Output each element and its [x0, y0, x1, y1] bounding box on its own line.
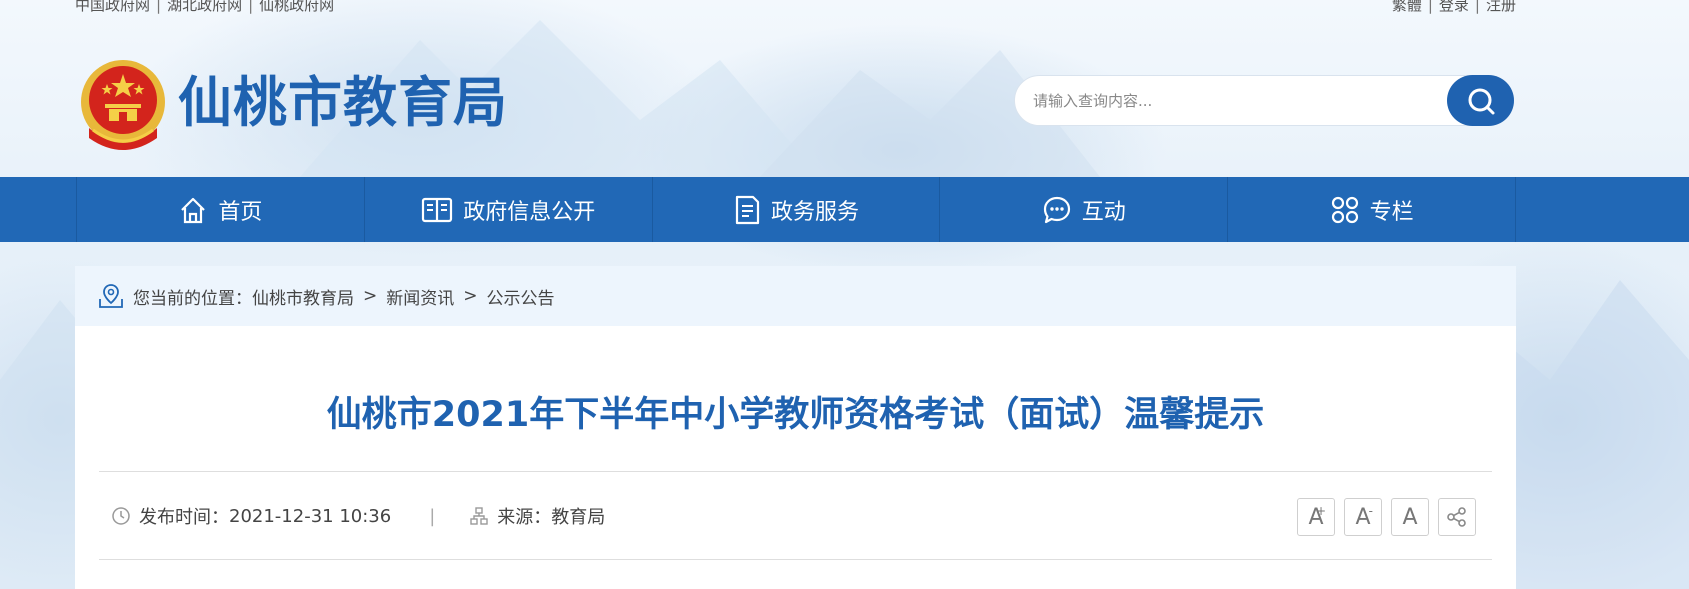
publish-label: 发布时间： — [139, 507, 229, 528]
breadcrumb-item-notice[interactable]: 公示公告 — [487, 284, 555, 309]
source-value: 教育局 — [551, 507, 606, 528]
search-button[interactable] — [1447, 75, 1514, 126]
divider-line — [99, 559, 1492, 560]
nav-label: 首页 — [218, 199, 263, 225]
home-icon — [181, 197, 206, 223]
font-increase-button[interactable]: A + — [1297, 498, 1335, 536]
login-link[interactable]: 登录 — [1439, 0, 1469, 14]
breadcrumb: 您当前的位置： 仙桃市教育局 > 新闻资讯 > 公示公告 — [75, 266, 1516, 326]
link-gov-hubei[interactable]: 湖北政府网 — [167, 0, 242, 14]
nav-label: 政府信息公开 — [463, 199, 596, 225]
link-gov-china[interactable]: 中国政府网 — [75, 0, 150, 14]
article-title: 仙桃市2021年下半年中小学教师资格考试（面试）温馨提示 — [326, 395, 1265, 435]
top-right-links: 繁體 | 登录 | 注册 — [1392, 0, 1516, 15]
search-input[interactable] — [1033, 88, 1423, 114]
divider-line — [99, 471, 1492, 472]
location-pin-icon — [99, 284, 123, 308]
document-icon — [735, 195, 760, 224]
font-tools: A + A- A — [1297, 498, 1476, 536]
link-gov-xiantao[interactable]: 仙桃政府网 — [259, 0, 334, 14]
font-decrease-button[interactable]: A- — [1344, 498, 1382, 536]
font-reset-label: A — [1402, 504, 1418, 530]
main-nav: 首页 政府信息公开 政务服务 互动 专栏 — [0, 177, 1689, 242]
chat-icon — [1043, 196, 1070, 223]
minus-sup: - — [1368, 504, 1373, 518]
breadcrumb-item-news[interactable]: 新闻资讯 — [386, 284, 454, 309]
nav-interaction[interactable]: 互动 — [939, 177, 1227, 242]
share-button[interactable] — [1438, 498, 1476, 536]
source-label: 来源： — [497, 507, 552, 528]
breadcrumb-item-home[interactable]: 仙桃市教育局 — [252, 284, 354, 309]
breadcrumb-prefix: 您当前的位置： — [133, 288, 252, 309]
plus-sup: + — [1315, 504, 1326, 518]
site-title[interactable]: 仙桃市教育局 — [178, 70, 508, 136]
search-icon — [1468, 88, 1494, 114]
top-links: 中国政府网 | 湖北政府网 | 仙桃政府网 — [75, 0, 334, 15]
share-icon — [1447, 507, 1466, 527]
font-reset-button[interactable]: A — [1391, 498, 1429, 536]
nav-label: 互动 — [1081, 199, 1126, 225]
search-box — [1014, 75, 1514, 126]
nav-column[interactable]: 专栏 — [1227, 177, 1516, 242]
breadcrumb-separator: > — [463, 286, 478, 306]
national-emblem-logo — [81, 60, 165, 150]
grid-icon — [1331, 196, 1358, 223]
meta-divider: | — [429, 505, 436, 527]
nav-label: 政务服务 — [770, 199, 859, 225]
article-meta: 发布时间： 2021-12-31 10:36 | 来源： 教育局 — [111, 503, 605, 529]
nav-home[interactable]: 首页 — [76, 177, 364, 242]
content-panel: 您当前的位置： 仙桃市教育局 > 新闻资讯 > 公示公告 仙桃市2021年下半年… — [75, 266, 1516, 589]
breadcrumb-separator: > — [363, 286, 378, 306]
register-link[interactable]: 注册 — [1486, 0, 1516, 14]
nav-gov-service[interactable]: 政务服务 — [651, 177, 940, 242]
source-tree-icon — [470, 507, 488, 525]
book-icon — [422, 197, 453, 222]
clock-icon — [112, 507, 130, 525]
traditional-chinese-link[interactable]: 繁體 — [1392, 0, 1422, 14]
nav-gov-info[interactable]: 政府信息公开 — [363, 177, 652, 242]
publish-time: 2021-12-31 10:36 — [229, 505, 392, 527]
nav-label: 专栏 — [1369, 199, 1414, 225]
